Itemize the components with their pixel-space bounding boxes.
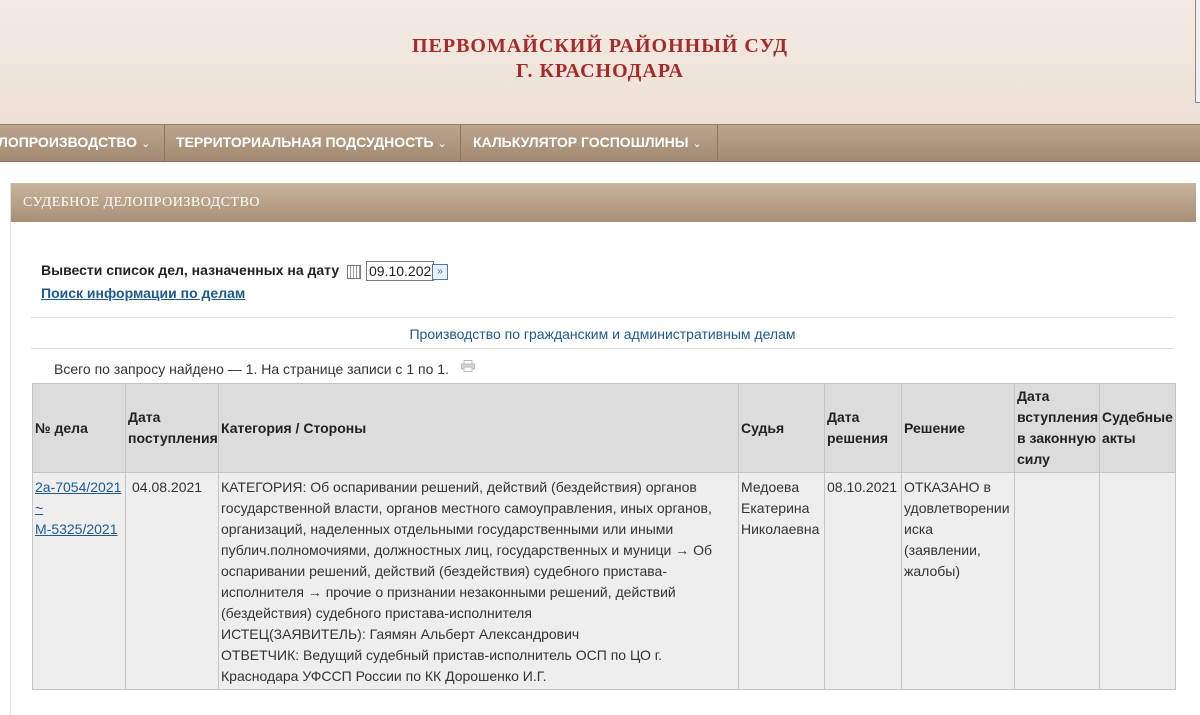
cell-category-parties: КАТЕГОРИЯ: Об оспаривании решений, дейст… — [218, 472, 739, 690]
nav-item-fee-calculator[interactable]: КАЛЬКУЛЯТОР ГОСПОШЛИНЫ ⌄ — [462, 125, 718, 161]
section-title: СУДЕБНОЕ ДЕЛОПРОИЗВОДСТВО — [23, 195, 261, 210]
divider — [31, 317, 1174, 318]
case-category: КАТЕГОРИЯ: Об оспаривании решений, дейст… — [221, 479, 712, 621]
col-received-date[interactable]: Дата поступления — [125, 383, 219, 473]
cell-effective-date — [1014, 472, 1100, 690]
case-search-link[interactable]: Поиск информации по делам — [41, 285, 245, 301]
col-decision[interactable]: Решение — [901, 383, 1015, 473]
nav-item-label: КАЛЬКУЛЯТОР ГОСПОШЛИНЫ — [473, 134, 689, 150]
nav-item-label: ТЕРРИТОРИАЛЬНАЯ ПОДСУДНОСТЬ — [176, 134, 434, 150]
cases-table: № дела Дата поступления Категория / Стор… — [32, 383, 1176, 690]
material-number: М-5325/2021 — [35, 521, 118, 537]
results-count: Всего по запросу найдено — 1. На страниц… — [54, 361, 449, 377]
court-title-line2: Г. КРАСНОДАРА — [516, 60, 684, 82]
case-separator: ~ — [35, 500, 44, 516]
print-icon[interactable] — [461, 360, 475, 372]
main-nav: ЛОПРОИЗВОДСТВО ⌄ ТЕРРИТОРИАЛЬНАЯ ПОДСУДНО… — [0, 124, 1200, 162]
cell-received-date: 04.08.2021 — [125, 472, 219, 690]
col-decision-date[interactable]: Дата решения — [824, 383, 902, 473]
section-header: СУДЕБНОЕ ДЕЛОПРОИЗВОДСТВО — [11, 183, 1196, 222]
site-header: ПЕРВОМАЙСКИЙ РАЙОННЫЙ СУД Г. КРАСНОДАРА — [0, 0, 1200, 124]
col-effective-date[interactable]: Дата вступления в законную силу — [1014, 383, 1100, 473]
case-plaintiff: ИСТЕЦ(ЗАЯВИТЕЛЬ): Гаямян Альберт Алексан… — [221, 626, 580, 642]
header-scrollbar[interactable] — [1195, 0, 1200, 103]
table-row: 2а-7054/2021 ~ М-5325/2021 04.08.2021 КА… — [32, 472, 1176, 690]
cell-decision-date: 08.10.2021 — [824, 472, 902, 690]
date-filter-label: Вывести список дел, назначенных на дату — [41, 262, 340, 278]
nav-item-label: ЛОПРОИЗВОДСТВО — [0, 134, 138, 150]
chevron-down-icon: ⌄ — [437, 138, 447, 150]
cell-case-number: 2а-7054/2021 ~ М-5325/2021 — [32, 472, 126, 690]
chevron-down-icon: ⌄ — [692, 138, 702, 150]
content-panel: СУДЕБНОЕ ДЕЛОПРОИЗВОДСТВО Вывести список… — [10, 183, 1196, 715]
case-defendant: ОТВЕТЧИК: Ведущий судебный пристав-испол… — [221, 647, 663, 684]
nav-item-territorial-jurisdiction[interactable]: ТЕРРИТОРИАЛЬНАЯ ПОДСУДНОСТЬ ⌄ — [165, 125, 461, 161]
col-case-number[interactable]: № дела — [32, 383, 126, 473]
date-input[interactable] — [366, 261, 434, 281]
table-header-row: № дела Дата поступления Категория / Стор… — [32, 383, 1176, 473]
production-title[interactable]: Производство по гражданским и администра… — [31, 326, 1174, 342]
cell-court-acts — [1099, 472, 1176, 690]
col-court-acts[interactable]: Судебные акты — [1099, 383, 1176, 473]
col-category-parties[interactable]: Категория / Стороны — [218, 383, 739, 473]
court-title-line1: ПЕРВОМАЙСКИЙ РАЙОННЫЙ СУД — [411, 35, 789, 57]
court-title: ПЕРВОМАЙСКИЙ РАЙОННЫЙ СУД Г. КРАСНОДАРА — [300, 34, 900, 84]
chevron-down-icon: ⌄ — [141, 138, 151, 150]
calendar-icon[interactable] — [347, 265, 361, 279]
case-link[interactable]: 2а-7054/2021 ~ М-5325/2021 — [35, 477, 123, 540]
cell-judge: Медоева Екатерина Николаевна — [738, 472, 825, 690]
submit-date-button[interactable]: » — [432, 264, 448, 280]
nav-item-case-production[interactable]: ЛОПРОИЗВОДСТВО ⌄ — [0, 125, 165, 161]
case-number: 2а-7054/2021 — [35, 479, 122, 495]
cell-decision: ОТКАЗАНО в удовлетворении иска (заявлени… — [901, 472, 1015, 690]
divider — [31, 348, 1174, 349]
col-judge[interactable]: Судья — [738, 383, 825, 473]
